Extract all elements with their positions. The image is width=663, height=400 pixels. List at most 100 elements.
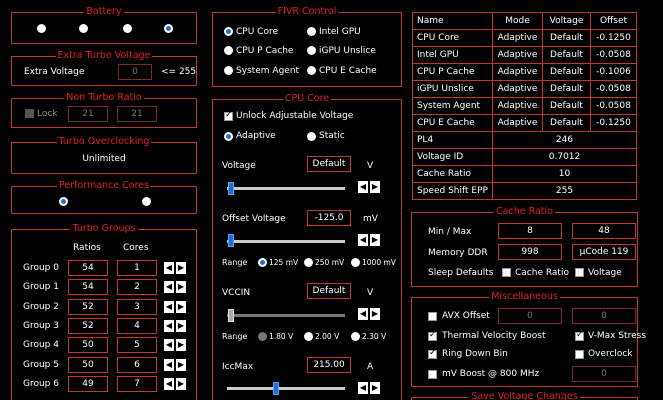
fivr-table-row[interactable]: CPU E Cache Adaptive Default -0.1250 (412, 114, 637, 132)
battery-radio-3[interactable] (123, 24, 132, 33)
turbo-group-decrease-icon[interactable]: ◀ (164, 300, 174, 313)
sleep-voltage-checkbox[interactable] (575, 268, 584, 277)
offset-range-1[interactable]: 125 mV (269, 258, 298, 267)
fivr-option-intel-gpu[interactable]: Intel GPU (319, 27, 361, 37)
ring-down-bin-checkbox[interactable] (428, 348, 437, 359)
turbo-group-decrease-icon[interactable]: ◀ (164, 319, 174, 332)
turbo-group-decrease-icon[interactable]: ◀ (164, 377, 174, 390)
overclock-label[interactable]: Overclock (588, 349, 633, 359)
turbo-group-increase-icon[interactable]: ▶ (176, 358, 186, 371)
vccin-increase-icon[interactable]: ▶ (370, 308, 380, 320)
unlock-voltage-checkbox[interactable] (224, 110, 233, 121)
static-radio[interactable] (307, 132, 316, 141)
turbo-group-ratio-input[interactable]: 50 (68, 337, 108, 354)
turbo-group-cores-input[interactable]: 2 (117, 279, 157, 296)
cache-max-input[interactable]: 48 (572, 223, 636, 239)
fivr-option-cpu-core[interactable]: CPU Core (236, 27, 278, 37)
turbo-group-cores-input[interactable]: 1 (117, 260, 157, 276)
offset-increase-icon[interactable]: ▶ (370, 234, 380, 246)
extra-voltage-input[interactable]: 0 (118, 64, 152, 80)
fivr-option-intel-gpu-radio[interactable] (307, 27, 316, 36)
turbo-overclocking-value[interactable]: Unlimited (12, 154, 196, 164)
fivr-option-system-agent[interactable]: System Agent (236, 66, 299, 76)
vccin-range-1[interactable]: 1.80 V (269, 332, 293, 341)
turbo-group-ratio-input[interactable]: 54 (68, 279, 108, 296)
voltage-slider-thumb[interactable] (228, 182, 234, 195)
battery-radio-1[interactable] (37, 24, 46, 33)
turbo-group-ratio-input[interactable]: 54 (68, 260, 108, 276)
vccin-slider-thumb[interactable] (228, 309, 234, 322)
vccin-decrease-icon[interactable]: ◀ (358, 308, 368, 320)
fivr-option-cpu-core-radio[interactable] (224, 27, 233, 36)
fivr-option-igpu-unslice-radio[interactable] (307, 46, 316, 55)
turbo-group-cores-input[interactable]: 4 (117, 317, 157, 334)
iccmax-slider-track[interactable] (227, 387, 345, 390)
sleep-cache-ratio-checkbox[interactable] (502, 268, 511, 277)
vccin-range-radio-1[interactable] (258, 332, 267, 341)
voltage-decrease-icon[interactable]: ◀ (358, 181, 368, 193)
vccin-slider-track[interactable] (227, 314, 345, 317)
turbo-group-cores-input[interactable]: 6 (117, 356, 157, 373)
turbo-group-ratio-input[interactable]: 52 (68, 317, 108, 334)
turbo-group-ratio-input[interactable]: 50 (68, 356, 108, 373)
vccin-range-2[interactable]: 2.00 V (315, 332, 339, 341)
turbo-group-increase-icon[interactable]: ▶ (176, 339, 186, 352)
performance-cores-radio-2[interactable] (142, 197, 151, 206)
fivr-option-igpu-unslice[interactable]: iGPU Unslice (319, 46, 376, 56)
turbo-group-ratio-input[interactable]: 52 (68, 298, 108, 315)
iccmax-slider-thumb[interactable] (273, 382, 279, 395)
unlock-voltage-label[interactable]: Unlock Adjustable Voltage (236, 111, 353, 121)
sleep-cache-ratio-label[interactable]: Cache Ratio (515, 268, 569, 278)
offset-range-3[interactable]: 1000 mV (362, 258, 396, 267)
turbo-group-increase-icon[interactable]: ▶ (176, 262, 186, 274)
vmax-stress-label[interactable]: V-Max Stress (588, 331, 646, 341)
battery-radio-2[interactable] (79, 24, 88, 33)
turbo-group-cores-input[interactable]: 5 (117, 337, 157, 354)
avx-offset-input[interactable]: 0 (498, 308, 562, 324)
turbo-group-increase-icon[interactable]: ▶ (176, 319, 186, 332)
turbo-group-ratio-input[interactable]: 49 (68, 375, 108, 392)
fivr-option-cpu-p-cache[interactable]: CPU P Cache (236, 46, 293, 56)
turbo-group-decrease-icon[interactable]: ◀ (164, 281, 174, 294)
avx-offset-checkbox[interactable] (428, 312, 437, 321)
vccin-range-radio-2[interactable] (304, 332, 313, 341)
sleep-voltage-label[interactable]: Voltage (588, 268, 622, 278)
fivr-table-row[interactable]: CPU Core Adaptive Default -0.1250 (412, 29, 637, 47)
fivr-option-cpu-e-cache-radio[interactable] (307, 66, 316, 75)
fivr-option-cpu-p-cache-radio[interactable] (224, 46, 233, 55)
lock-checkbox[interactable] (25, 109, 34, 118)
turbo-group-decrease-icon[interactable]: ◀ (164, 339, 174, 352)
avx-offset-label[interactable]: AVX Offset (442, 311, 490, 321)
mv-boost-label[interactable]: mV Boost @ 800 MHz (442, 369, 539, 379)
fivr-table-row[interactable]: Intel GPU Adaptive Default -0.0508 (412, 46, 637, 64)
adaptive-label[interactable]: Adaptive (236, 131, 276, 141)
offset-range-radio-3[interactable] (351, 258, 360, 267)
fivr-option-system-agent-radio[interactable] (224, 66, 233, 75)
turbo-group-decrease-icon[interactable]: ◀ (164, 358, 174, 371)
avx-offset-input-2[interactable]: 0 (572, 308, 636, 324)
mv-boost-checkbox[interactable] (428, 370, 437, 379)
turbo-group-cores-input[interactable]: 3 (117, 298, 157, 315)
vccin-range-3[interactable]: 2.30 V (362, 332, 386, 341)
non-turbo-ratio-input-1[interactable]: 21 (68, 106, 108, 122)
fivr-option-cpu-e-cache[interactable]: CPU E Cache (319, 66, 377, 76)
fivr-table-row[interactable]: System Agent Adaptive Default -0.0508 (412, 97, 637, 115)
performance-cores-radio-1[interactable] (59, 197, 68, 206)
turbo-group-cores-input[interactable]: 7 (117, 375, 157, 392)
tvb-label[interactable]: Thermal Velocity Boost (442, 331, 546, 341)
turbo-group-decrease-icon[interactable]: ◀ (164, 262, 174, 274)
voltage-slider-track[interactable] (227, 187, 345, 190)
vccin-range-radio-3[interactable] (351, 332, 360, 341)
battery-radio-4[interactable] (164, 24, 173, 33)
ring-down-bin-label[interactable]: Ring Down Bin (442, 349, 508, 359)
overclock-checkbox[interactable] (575, 350, 584, 359)
cache-min-input[interactable]: 8 (498, 223, 562, 239)
offset-decrease-icon[interactable]: ◀ (358, 234, 368, 246)
turbo-group-increase-icon[interactable]: ▶ (176, 377, 186, 390)
voltage-increase-icon[interactable]: ▶ (370, 181, 380, 193)
iccmax-decrease-icon[interactable]: ◀ (358, 382, 368, 394)
mv-boost-input[interactable]: 0 (572, 366, 636, 382)
non-turbo-ratio-input-2[interactable]: 21 (117, 106, 157, 122)
iccmax-increase-icon[interactable]: ▶ (370, 382, 380, 394)
turbo-group-increase-icon[interactable]: ▶ (176, 281, 186, 294)
